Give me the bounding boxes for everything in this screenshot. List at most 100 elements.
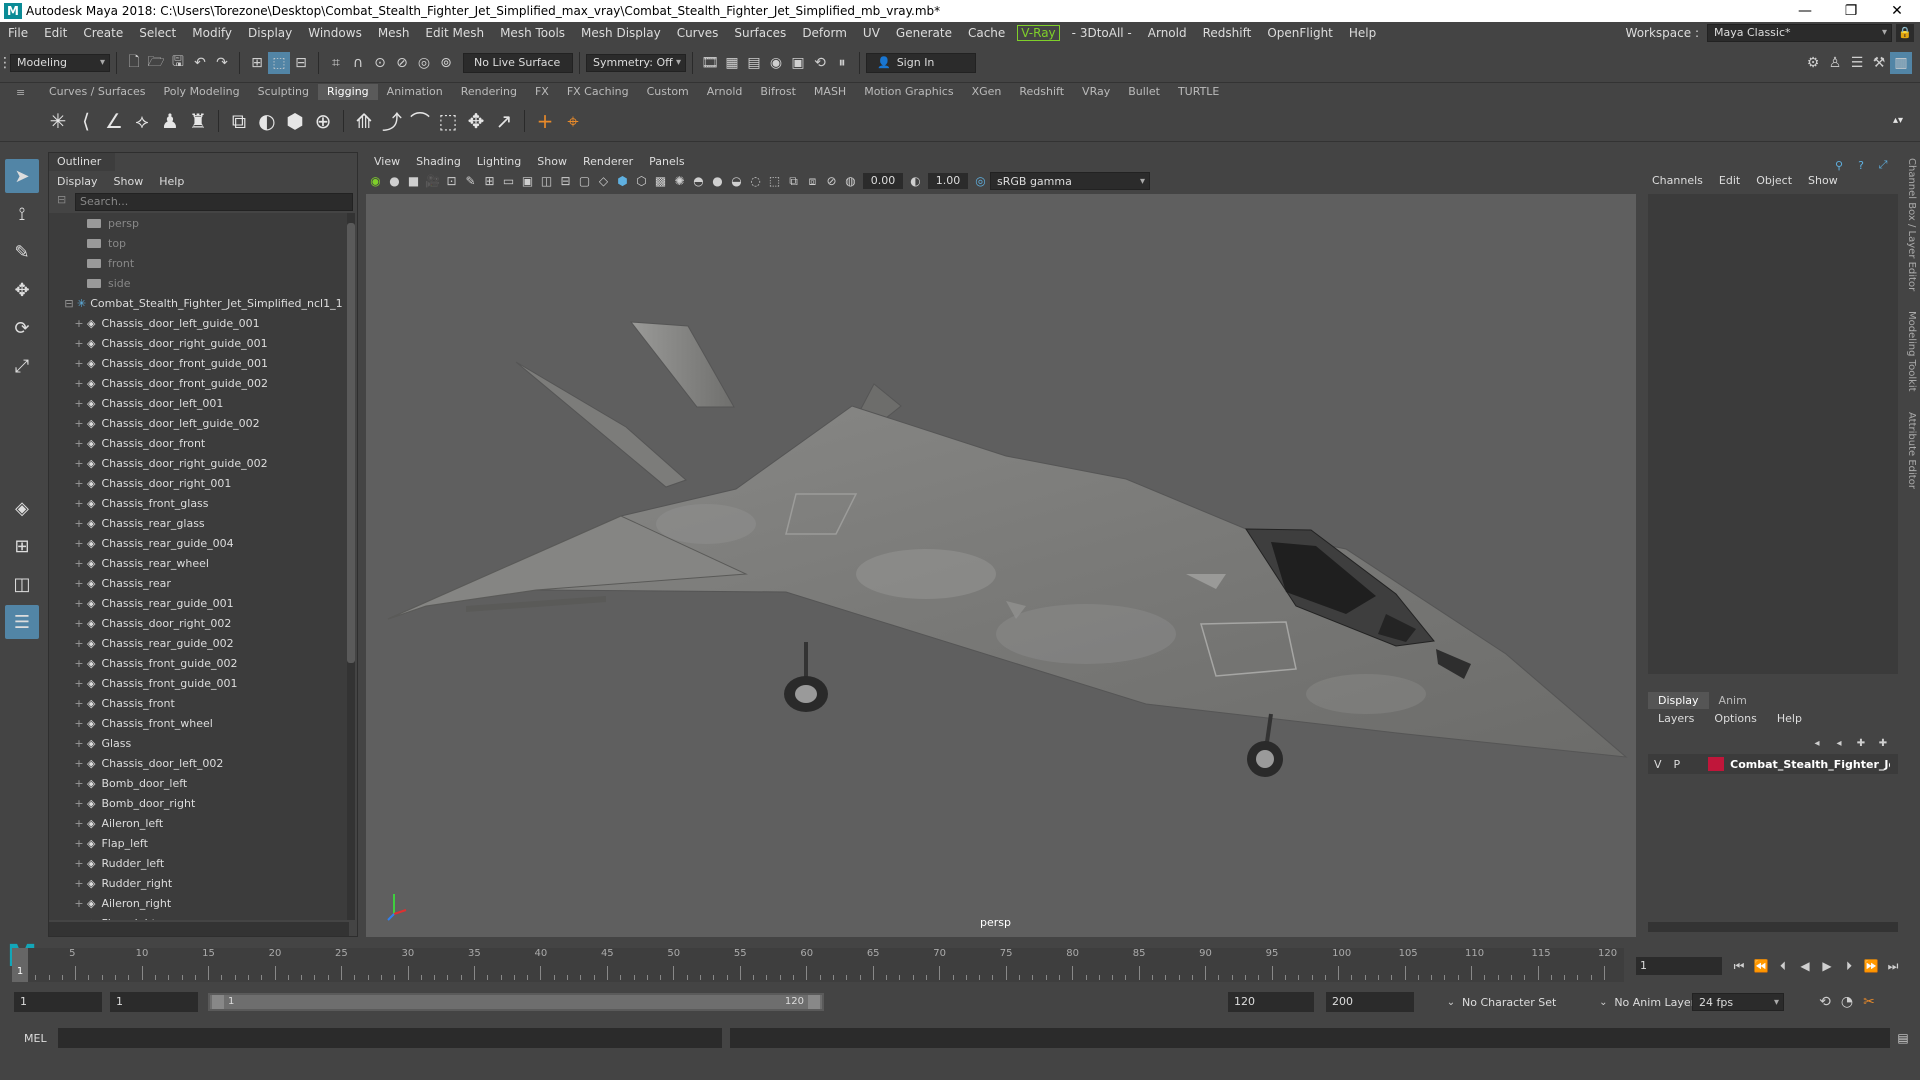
layer-tab-display[interactable]: Display [1648, 692, 1709, 709]
xray-active-icon[interactable]: ⊘ [822, 172, 841, 190]
move-tool-icon[interactable]: ✥ [5, 273, 39, 307]
expand-icon[interactable]: + [71, 637, 87, 650]
aim-constraint-icon[interactable]: ↗ [490, 106, 518, 136]
humanik-icon[interactable]: ♜ [184, 106, 212, 136]
new-layer-selected-icon[interactable]: ✚ [1872, 732, 1894, 754]
outliner-item[interactable]: + ◈ Chassis_door_front_guide_001 [49, 353, 349, 373]
menu-edit-mesh[interactable]: Edit Mesh [417, 26, 492, 40]
channels-menu[interactable]: Channels [1644, 174, 1711, 187]
safe-action-icon[interactable]: ▢ [575, 172, 594, 190]
shelf-tab-turtle[interactable]: TURTLE [1169, 84, 1228, 100]
ik-handle-icon[interactable]: ⟨ [72, 106, 100, 136]
character-set-label[interactable]: No Character Set [1462, 996, 1556, 1009]
expand-icon[interactable]: + [71, 597, 87, 610]
expand-icon[interactable]: + [71, 917, 87, 921]
hypershade-icon[interactable]: ◉ [765, 52, 787, 74]
menu-help[interactable]: Help [1341, 26, 1384, 40]
layer-scrollbar[interactable] [1648, 922, 1898, 932]
side-tab-channel-box[interactable]: Channel Box / Layer Editor [1906, 158, 1917, 291]
expand-icon[interactable]: + [71, 477, 87, 490]
outliner-item[interactable]: + ◈ Glass [49, 733, 349, 753]
single-perspective-layout-icon[interactable]: ◈ [5, 491, 39, 525]
step-forward-key-icon[interactable]: ⏵ [1838, 955, 1860, 977]
anim-prefs-icon[interactable]: ✂ [1858, 991, 1880, 1013]
outliner-item[interactable]: + ◈ Chassis_front [49, 693, 349, 713]
outliner-item[interactable]: + ◈ Chassis_front_wheel [49, 713, 349, 733]
channel-box-key-icon[interactable]: ⚲ [1828, 154, 1850, 176]
menu-set-dropdown[interactable]: Modeling [10, 53, 110, 72]
collapse-icon[interactable]: ⊟ [61, 297, 77, 310]
live-surface-button[interactable]: No Live Surface [463, 52, 573, 73]
menu-openflight[interactable]: OpenFlight [1259, 26, 1341, 40]
menu-arnold[interactable]: Arnold [1140, 26, 1195, 40]
animation-start-field[interactable]: 1 [14, 992, 102, 1012]
locator-icon[interactable]: + [531, 106, 559, 136]
expand-icon[interactable]: + [71, 437, 87, 450]
outliner-item[interactable]: + ◈ Aileron_right [49, 893, 349, 913]
menu-mesh-display[interactable]: Mesh Display [573, 26, 669, 40]
expand-icon[interactable]: + [71, 817, 87, 830]
expand-icon[interactable]: + [71, 537, 87, 550]
expand-icon[interactable]: + [71, 397, 87, 410]
layers-menu[interactable]: Layers [1648, 710, 1704, 727]
outliner-item[interactable]: + ◈ Chassis_door_left_guide_001 [49, 313, 349, 333]
outliner-item[interactable]: + ◈ Chassis_rear_guide_001 [49, 593, 349, 613]
cluster-icon[interactable]: ⊕ [309, 106, 337, 136]
viewport-menu-shading[interactable]: Shading [408, 155, 469, 168]
expand-icon[interactable]: + [71, 617, 87, 630]
wireframe-icon[interactable]: ◇ [594, 172, 613, 190]
outliner-menu-help[interactable]: Help [151, 175, 192, 188]
step-back-frame-icon[interactable]: ⏪ [1750, 955, 1772, 977]
menu-deform[interactable]: Deform [794, 26, 855, 40]
expand-icon[interactable]: + [71, 457, 87, 470]
outliner-camera-side[interactable]: side [49, 273, 349, 293]
outliner-item[interactable]: + ◈ Chassis_front_guide_002 [49, 653, 349, 673]
bind-skin-icon[interactable]: ⧉ [225, 106, 253, 136]
expand-icon[interactable]: + [71, 657, 87, 670]
joint-tool-icon[interactable]: ✳ [44, 106, 72, 136]
render-icon[interactable]: 🎞 [699, 52, 721, 74]
channels-show-menu[interactable]: Show [1800, 174, 1846, 187]
move-layer-up-icon[interactable]: ◂ [1806, 732, 1828, 754]
attribute-editor-icon[interactable]: ☰ [1846, 52, 1868, 74]
expand-icon[interactable]: + [71, 317, 87, 330]
four-view-layout-icon[interactable]: ⊞ [5, 529, 39, 563]
expand-icon[interactable]: + [71, 757, 87, 770]
shelf-tab-custom[interactable]: Custom [638, 84, 698, 100]
mel-label[interactable]: MEL [24, 1032, 54, 1045]
anim-layer-label[interactable]: No Anim Layer [1614, 996, 1695, 1009]
outliner-search-input[interactable]: Search... [75, 193, 353, 211]
close-button[interactable]: ✕ [1874, 3, 1920, 19]
step-forward-frame-icon[interactable]: ⏩ [1860, 955, 1882, 977]
move-layer-down-icon[interactable]: ◂ [1828, 732, 1850, 754]
menu-modify[interactable]: Modify [184, 26, 240, 40]
gamma-icon[interactable]: ◐ [906, 172, 925, 190]
open-scene-icon[interactable]: 🗁 [145, 52, 167, 74]
outliner-horizontal-scrollbar[interactable] [49, 922, 349, 936]
snap-grid-icon[interactable]: ⌗ [325, 52, 347, 74]
expand-icon[interactable]: + [71, 737, 87, 750]
outliner-item[interactable]: + ◈ Chassis_rear [49, 573, 349, 593]
view-transform-dropdown[interactable]: sRGB gamma [990, 172, 1150, 190]
collapse-handle-icon[interactable]: ⋮ [0, 52, 12, 74]
expand-icon[interactable]: + [71, 337, 87, 350]
outliner-item[interactable]: + ◈ Chassis_front_glass [49, 493, 349, 513]
outliner-item[interactable]: + ◈ Chassis_door_right_guide_002 [49, 453, 349, 473]
bookmark-icon[interactable]: ■ [404, 172, 423, 190]
outliner-item[interactable]: + ◈ Chassis_door_right_001 [49, 473, 349, 493]
outliner-item[interactable]: + ◈ Rudder_right [49, 873, 349, 893]
gate-mask-icon[interactable]: ◫ [537, 172, 556, 190]
outliner-group[interactable]: ⊟ ✳ Combat_Stealth_Fighter_Jet_Simplified_… [49, 293, 349, 313]
menu-vray[interactable]: V-Ray [1017, 24, 1060, 41]
playback-start-field[interactable]: 1 [110, 992, 198, 1012]
viewport-menu-renderer[interactable]: Renderer [575, 155, 641, 168]
pause-icon[interactable]: ⏸ [831, 52, 853, 74]
expand-icon[interactable]: + [71, 557, 87, 570]
outliner-vertical-scrollbar[interactable] [347, 213, 355, 920]
expand-icon[interactable]: + [71, 837, 87, 850]
script-editor-icon[interactable]: ▤ [1892, 1027, 1914, 1049]
play-forwards-icon[interactable]: ▶ [1816, 955, 1838, 977]
insert-joint-icon[interactable]: ⟡ [128, 106, 156, 136]
expand-icon[interactable]: + [71, 497, 87, 510]
human-ik-icon[interactable]: ♙ [1824, 52, 1846, 74]
